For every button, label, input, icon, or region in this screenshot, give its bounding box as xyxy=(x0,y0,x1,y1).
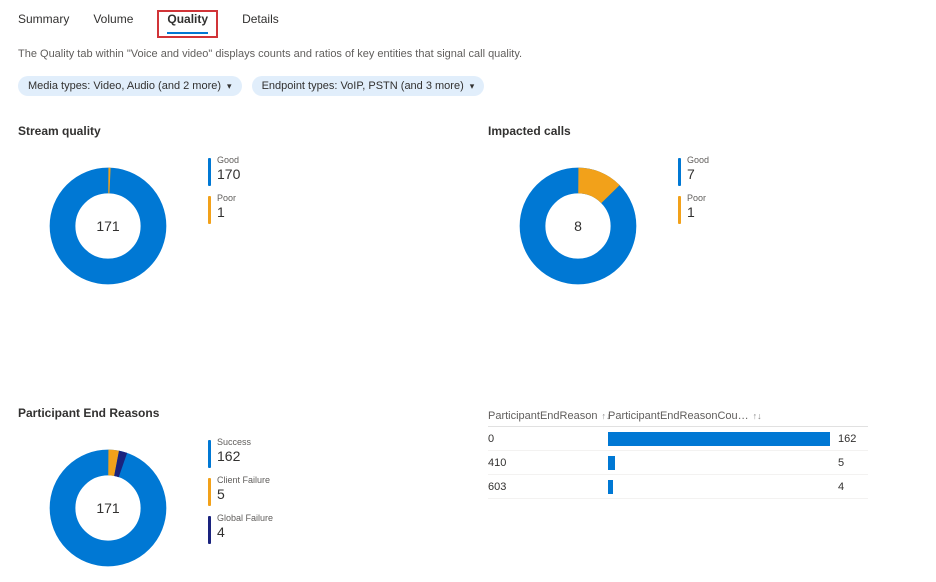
panel-title: Impacted calls xyxy=(488,124,918,138)
legend-value: 7 xyxy=(687,165,709,183)
donut-total: 8 xyxy=(574,218,582,234)
legend-label: Poor xyxy=(687,194,706,203)
sort-icon: ↑↓ xyxy=(753,411,762,421)
bar-track xyxy=(608,432,830,446)
donut-total: 171 xyxy=(96,218,119,234)
panel-end-reason-table: ParticipantEndReason ↑↓ ParticipantEndRe… xyxy=(488,406,918,568)
legend-value: 1 xyxy=(687,203,706,221)
bar-fill xyxy=(608,456,615,470)
panel-title: Participant End Reasons xyxy=(18,406,448,420)
chevron-down-icon: ▾ xyxy=(227,81,232,92)
legend-value: 1 xyxy=(217,203,236,221)
legend-participant-end-reasons: Success 162 Client Failure 5 Global Fail… xyxy=(208,438,273,544)
legend-label: Poor xyxy=(217,194,236,203)
legend-color-icon xyxy=(208,516,211,544)
legend-item-good[interactable]: Good 7 xyxy=(678,156,709,186)
bar-track xyxy=(608,456,830,470)
bar-fill xyxy=(608,432,830,446)
panel-impacted-calls: Impacted calls 8 Good 7 xyxy=(488,124,918,286)
legend-color-icon xyxy=(678,158,681,186)
tab-volume[interactable]: Volume xyxy=(93,12,133,32)
cell-reason: 410 xyxy=(488,457,608,469)
cell-count: 4 xyxy=(838,481,868,493)
legend-label: Good xyxy=(687,156,709,165)
legend-label: Global Failure xyxy=(217,514,273,523)
legend-item-client-failure[interactable]: Client Failure 5 xyxy=(208,476,273,506)
legend-color-icon xyxy=(208,158,211,186)
donut-total: 171 xyxy=(96,500,119,516)
cell-reason: 0 xyxy=(488,433,608,445)
donut-impacted-calls[interactable]: 8 xyxy=(518,166,638,286)
donut-participant-end-reasons[interactable]: 171 xyxy=(48,448,168,568)
legend-color-icon xyxy=(208,196,211,224)
legend-color-icon xyxy=(208,478,211,506)
legend-label: Good xyxy=(217,156,240,165)
column-label: ParticipantEndReasonCou… xyxy=(608,410,749,422)
table-header: ParticipantEndReason ↑↓ ParticipantEndRe… xyxy=(488,406,868,427)
legend-value: 4 xyxy=(217,523,273,541)
legend-color-icon xyxy=(208,440,211,468)
legend-impacted-calls: Good 7 Poor 1 xyxy=(678,156,709,224)
legend-stream-quality: Good 170 Poor 1 xyxy=(208,156,240,224)
cell-reason: 603 xyxy=(488,481,608,493)
cell-count: 162 xyxy=(838,433,868,445)
panel-title: Stream quality xyxy=(18,124,448,138)
panel-participant-end-reasons: Participant End Reasons 171 Success 162 xyxy=(18,406,448,568)
tab-bar: Summary Volume Quality Details xyxy=(18,12,918,38)
legend-item-success[interactable]: Success 162 xyxy=(208,438,273,468)
legend-item-poor[interactable]: Poor 1 xyxy=(678,194,709,224)
column-header-count[interactable]: ParticipantEndReasonCou… ↑↓ xyxy=(608,410,868,422)
donut-stream-quality[interactable]: 171 xyxy=(48,166,168,286)
table-row[interactable]: 603 4 xyxy=(488,475,868,499)
legend-label: Client Failure xyxy=(217,476,270,485)
legend-color-icon xyxy=(678,196,681,224)
chevron-down-icon: ▾ xyxy=(470,81,475,92)
tab-description: The Quality tab within "Voice and video"… xyxy=(18,48,918,60)
legend-item-global-failure[interactable]: Global Failure 4 xyxy=(208,514,273,544)
filter-media-types[interactable]: Media types: Video, Audio (and 2 more) ▾ xyxy=(18,76,242,96)
table-row[interactable]: 0 162 xyxy=(488,427,868,451)
cell-count: 5 xyxy=(838,457,868,469)
legend-item-poor[interactable]: Poor 1 xyxy=(208,194,240,224)
bar-track xyxy=(608,480,830,494)
legend-item-good[interactable]: Good 170 xyxy=(208,156,240,186)
legend-value: 170 xyxy=(217,165,240,183)
filter-bar: Media types: Video, Audio (and 2 more) ▾… xyxy=(18,76,918,96)
tab-quality[interactable]: Quality xyxy=(167,12,208,34)
legend-label: Success xyxy=(217,438,251,447)
tab-summary[interactable]: Summary xyxy=(18,12,69,32)
filter-endpoint-label: Endpoint types: VoIP, PSTN (and 3 more) xyxy=(262,80,464,92)
bar-fill xyxy=(608,480,613,494)
column-header-reason[interactable]: ParticipantEndReason ↑↓ xyxy=(488,410,608,422)
filter-endpoint-types[interactable]: Endpoint types: VoIP, PSTN (and 3 more) … xyxy=(252,76,485,96)
table-row[interactable]: 410 5 xyxy=(488,451,868,475)
column-label: ParticipantEndReason xyxy=(488,410,597,422)
tab-quality-highlight: Quality xyxy=(157,10,218,38)
legend-value: 162 xyxy=(217,447,251,465)
filter-media-label: Media types: Video, Audio (and 2 more) xyxy=(28,80,221,92)
end-reason-table: ParticipantEndReason ↑↓ ParticipantEndRe… xyxy=(488,406,868,499)
legend-value: 5 xyxy=(217,485,270,503)
tab-details[interactable]: Details xyxy=(242,12,279,32)
panel-stream-quality: Stream quality 171 Good 170 xyxy=(18,124,448,286)
